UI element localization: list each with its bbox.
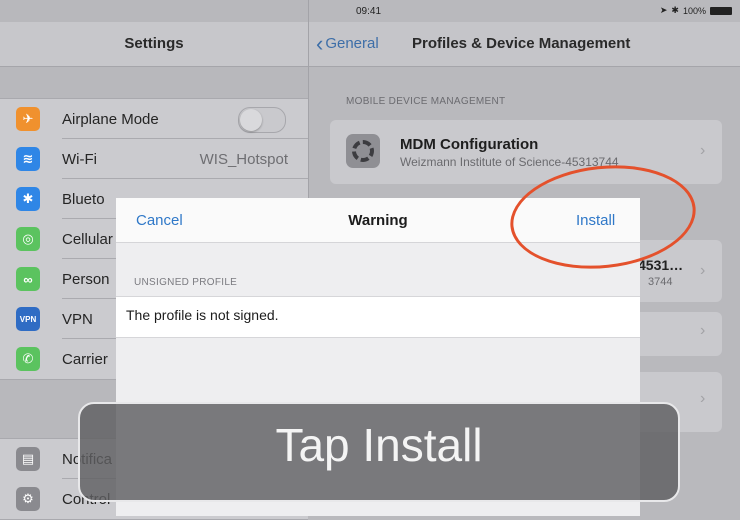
signature-status-text: The profile is not signed.: [126, 307, 279, 323]
cellular-icon: ◎: [16, 227, 40, 251]
toggle-knob: [240, 109, 262, 131]
airplane-mode-toggle[interactable]: [238, 107, 286, 133]
sidebar-item-label: Cellular: [62, 231, 113, 248]
wifi-network-name: WIS_Hotspot: [199, 151, 288, 168]
vpn-icon: VPN: [16, 307, 40, 331]
gear-shape: [352, 140, 374, 162]
sidebar-item-label: Person: [62, 271, 110, 288]
cancel-button[interactable]: Cancel: [136, 212, 183, 229]
back-button[interactable]: ‹ General: [316, 30, 379, 56]
battery-icon: [710, 6, 732, 15]
chevron-left-icon: ‹: [316, 30, 324, 56]
wifi-icon: ≋: [16, 147, 40, 171]
location-icon: ➤: [659, 5, 668, 15]
back-label: General: [325, 35, 379, 52]
airplane-icon: ✈: [16, 107, 40, 131]
mdm-section-label: MOBILE DEVICE MANAGEMENT: [346, 96, 506, 107]
control-center-icon: ⚙: [16, 487, 40, 511]
sidebar-item-label: Carrier: [62, 351, 108, 368]
bluetooth-status-icon: ✱: [671, 5, 679, 15]
sidebar-item-wifi[interactable]: ≋ Wi-Fi WIS_Hotspot: [0, 139, 308, 179]
unsigned-profile-label: UNSIGNED PROFILE: [134, 277, 238, 288]
hotspot-icon: ∞: [16, 267, 40, 291]
settings-title: Settings: [124, 35, 184, 52]
phone-icon: ✆: [16, 347, 40, 371]
chevron-right-icon: ›: [700, 390, 706, 407]
settings-gear-icon: [346, 134, 380, 168]
notifications-icon: ▤: [16, 447, 40, 471]
instruction-text: Tap Install: [275, 419, 483, 471]
profile-row-subtitle: 3744: [648, 276, 673, 288]
bluetooth-icon: ✱: [16, 187, 40, 211]
sidebar-item-label: Blueto: [62, 191, 105, 208]
status-right: ➤ ✱ 100%: [660, 5, 732, 16]
sidebar-item-label: Airplane Mode: [62, 111, 159, 128]
chevron-right-icon: ›: [700, 262, 706, 279]
status-time: 09:41: [356, 6, 382, 17]
mdm-title: MDM Configuration: [400, 136, 539, 153]
page-title: Profiles & Device Management: [412, 35, 631, 52]
battery-percent: 100%: [682, 5, 706, 16]
sidebar-item-label: VPN: [62, 311, 93, 328]
chevron-right-icon: ›: [700, 322, 706, 339]
chevron-right-icon: ›: [700, 142, 706, 159]
sidebar-item-label: Wi-Fi: [62, 151, 97, 168]
sidebar-item-airplane-mode[interactable]: ✈ Airplane Mode: [0, 99, 308, 139]
